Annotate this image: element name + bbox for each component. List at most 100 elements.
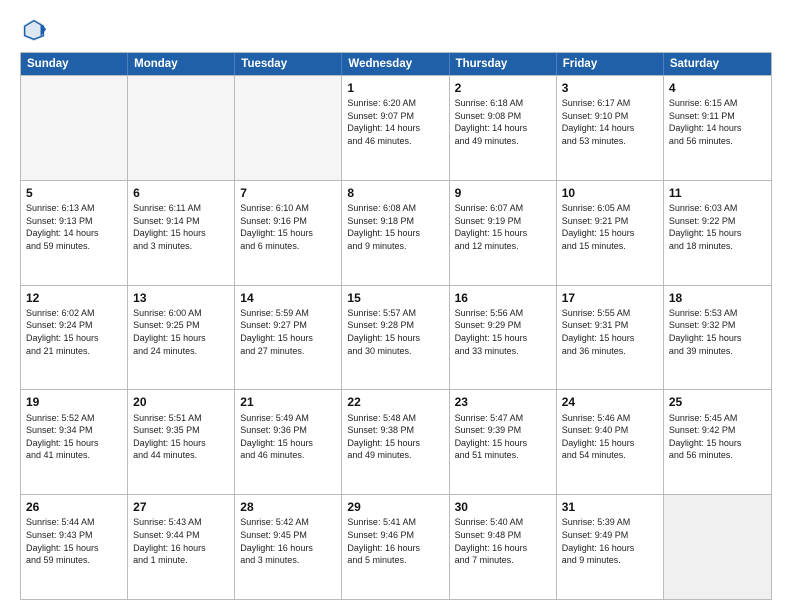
calendar-header-cell: Tuesday <box>235 53 342 75</box>
day-number: 4 <box>669 80 766 96</box>
cell-info: Sunrise: 6:20 AM Sunset: 9:07 PM Dayligh… <box>347 97 443 147</box>
day-number: 1 <box>347 80 443 96</box>
day-number: 17 <box>562 290 658 306</box>
calendar-week: 26Sunrise: 5:44 AM Sunset: 9:43 PM Dayli… <box>21 494 771 599</box>
cell-info: Sunrise: 6:15 AM Sunset: 9:11 PM Dayligh… <box>669 97 766 147</box>
cell-info: Sunrise: 6:03 AM Sunset: 9:22 PM Dayligh… <box>669 202 766 252</box>
cell-info: Sunrise: 5:55 AM Sunset: 9:31 PM Dayligh… <box>562 307 658 357</box>
calendar-cell: 29Sunrise: 5:41 AM Sunset: 9:46 PM Dayli… <box>342 495 449 599</box>
day-number: 31 <box>562 499 658 515</box>
cell-info: Sunrise: 5:57 AM Sunset: 9:28 PM Dayligh… <box>347 307 443 357</box>
calendar-cell: 28Sunrise: 5:42 AM Sunset: 9:45 PM Dayli… <box>235 495 342 599</box>
day-number: 27 <box>133 499 229 515</box>
calendar-cell: 24 Sunrise: 5:46 AM Sunset: 9:40 PM Dayli… <box>557 390 664 494</box>
day-number: 28 <box>240 499 336 515</box>
day-number: 7 <box>240 185 336 201</box>
cell-info: Sunrise: 6:07 AM Sunset: 9:19 PM Dayligh… <box>455 202 551 252</box>
cell-info: Sunrise: 5:39 AM Sunset: 9:49 PM Dayligh… <box>562 516 658 566</box>
cell-info: Sunrise: 6:13 AM Sunset: 9:13 PM Dayligh… <box>26 202 122 252</box>
day-number: 20 <box>133 394 229 410</box>
cell-info: Sunrise: 5:59 AM Sunset: 9:27 PM Dayligh… <box>240 307 336 357</box>
calendar-cell: 21 Sunrise: 5:49 AM Sunset: 9:36 PM Dayli… <box>235 390 342 494</box>
calendar-cell <box>664 495 771 599</box>
day-number: 13 <box>133 290 229 306</box>
cell-info: Sunrise: 5:43 AM Sunset: 9:44 PM Dayligh… <box>133 516 229 566</box>
day-number: 26 <box>26 499 122 515</box>
calendar-cell: 4Sunrise: 6:15 AM Sunset: 9:11 PM Daylig… <box>664 76 771 180</box>
calendar-cell: 30Sunrise: 5:40 AM Sunset: 9:48 PM Dayli… <box>450 495 557 599</box>
cell-info: Sunrise: 5:52 AM Sunset: 9:34 PM Dayligh… <box>26 412 122 462</box>
calendar-header-cell: Wednesday <box>342 53 449 75</box>
cell-info: Sunrise: 5:46 AM Sunset: 9:40 PM Dayligh… <box>562 412 658 462</box>
day-number: 6 <box>133 185 229 201</box>
day-number: 30 <box>455 499 551 515</box>
calendar-cell: 13Sunrise: 6:00 AM Sunset: 9:25 PM Dayli… <box>128 286 235 390</box>
calendar-header-cell: Thursday <box>450 53 557 75</box>
cell-info: Sunrise: 6:10 AM Sunset: 9:16 PM Dayligh… <box>240 202 336 252</box>
day-number: 22 <box>347 394 443 410</box>
logo <box>20 16 52 44</box>
calendar-cell: 12Sunrise: 6:02 AM Sunset: 9:24 PM Dayli… <box>21 286 128 390</box>
calendar-cell: 1Sunrise: 6:20 AM Sunset: 9:07 PM Daylig… <box>342 76 449 180</box>
calendar-cell <box>235 76 342 180</box>
calendar-body: 1Sunrise: 6:20 AM Sunset: 9:07 PM Daylig… <box>21 75 771 599</box>
calendar-cell: 5Sunrise: 6:13 AM Sunset: 9:13 PM Daylig… <box>21 181 128 285</box>
calendar-cell: 26Sunrise: 5:44 AM Sunset: 9:43 PM Dayli… <box>21 495 128 599</box>
calendar-cell: 20 Sunrise: 5:51 AM Sunset: 9:35 PM Dayli… <box>128 390 235 494</box>
header <box>20 16 772 44</box>
cell-info: Sunrise: 6:02 AM Sunset: 9:24 PM Dayligh… <box>26 307 122 357</box>
cell-info: Sunrise: 5:48 AM Sunset: 9:38 PM Dayligh… <box>347 412 443 462</box>
cell-info: Sunrise: 6:17 AM Sunset: 9:10 PM Dayligh… <box>562 97 658 147</box>
day-number: 2 <box>455 80 551 96</box>
calendar-header-cell: Friday <box>557 53 664 75</box>
calendar-cell: 2Sunrise: 6:18 AM Sunset: 9:08 PM Daylig… <box>450 76 557 180</box>
day-number: 9 <box>455 185 551 201</box>
day-number: 15 <box>347 290 443 306</box>
calendar-cell: 19 Sunrise: 5:52 AM Sunset: 9:34 PM Dayli… <box>21 390 128 494</box>
day-number: 16 <box>455 290 551 306</box>
cell-info: Sunrise: 6:18 AM Sunset: 9:08 PM Dayligh… <box>455 97 551 147</box>
day-number: 14 <box>240 290 336 306</box>
calendar-week: 19 Sunrise: 5:52 AM Sunset: 9:34 PM Dayli… <box>21 389 771 494</box>
calendar-cell: 11Sunrise: 6:03 AM Sunset: 9:22 PM Dayli… <box>664 181 771 285</box>
cell-info: Sunrise: 5:49 AM Sunset: 9:36 PM Dayligh… <box>240 412 336 462</box>
cell-info: Sunrise: 5:44 AM Sunset: 9:43 PM Dayligh… <box>26 516 122 566</box>
calendar-cell: 27Sunrise: 5:43 AM Sunset: 9:44 PM Dayli… <box>128 495 235 599</box>
day-number: 11 <box>669 185 766 201</box>
cell-info: Sunrise: 5:56 AM Sunset: 9:29 PM Dayligh… <box>455 307 551 357</box>
day-number: 3 <box>562 80 658 96</box>
calendar-cell: 25Sunrise: 5:45 AM Sunset: 9:42 PM Dayli… <box>664 390 771 494</box>
day-number: 12 <box>26 290 122 306</box>
calendar-cell: 8Sunrise: 6:08 AM Sunset: 9:18 PM Daylig… <box>342 181 449 285</box>
calendar-header: SundayMondayTuesdayWednesdayThursdayFrid… <box>21 53 771 75</box>
day-number: 5 <box>26 185 122 201</box>
day-number: 10 <box>562 185 658 201</box>
calendar-cell: 7Sunrise: 6:10 AM Sunset: 9:16 PM Daylig… <box>235 181 342 285</box>
calendar-cell: 9Sunrise: 6:07 AM Sunset: 9:19 PM Daylig… <box>450 181 557 285</box>
logo-icon <box>20 16 48 44</box>
calendar-week: 1Sunrise: 6:20 AM Sunset: 9:07 PM Daylig… <box>21 75 771 180</box>
calendar-cell: 16Sunrise: 5:56 AM Sunset: 9:29 PM Dayli… <box>450 286 557 390</box>
page: SundayMondayTuesdayWednesdayThursdayFrid… <box>0 0 792 612</box>
day-number: 19 <box>26 394 122 410</box>
calendar-header-cell: Saturday <box>664 53 771 75</box>
calendar-cell: 17Sunrise: 5:55 AM Sunset: 9:31 PM Dayli… <box>557 286 664 390</box>
calendar-cell: 18Sunrise: 5:53 AM Sunset: 9:32 PM Dayli… <box>664 286 771 390</box>
cell-info: Sunrise: 5:47 AM Sunset: 9:39 PM Dayligh… <box>455 412 551 462</box>
cell-info: Sunrise: 6:05 AM Sunset: 9:21 PM Dayligh… <box>562 202 658 252</box>
calendar-cell <box>21 76 128 180</box>
cell-info: Sunrise: 5:51 AM Sunset: 9:35 PM Dayligh… <box>133 412 229 462</box>
cell-info: Sunrise: 5:45 AM Sunset: 9:42 PM Dayligh… <box>669 412 766 462</box>
calendar-cell: 10Sunrise: 6:05 AM Sunset: 9:21 PM Dayli… <box>557 181 664 285</box>
calendar-week: 5Sunrise: 6:13 AM Sunset: 9:13 PM Daylig… <box>21 180 771 285</box>
calendar-cell: 22 Sunrise: 5:48 AM Sunset: 9:38 PM Dayli… <box>342 390 449 494</box>
day-number: 24 <box>562 394 658 410</box>
cell-info: Sunrise: 6:08 AM Sunset: 9:18 PM Dayligh… <box>347 202 443 252</box>
calendar-cell: 23Sunrise: 5:47 AM Sunset: 9:39 PM Dayli… <box>450 390 557 494</box>
calendar-cell: 15Sunrise: 5:57 AM Sunset: 9:28 PM Dayli… <box>342 286 449 390</box>
day-number: 21 <box>240 394 336 410</box>
calendar-header-cell: Monday <box>128 53 235 75</box>
calendar-cell: 31Sunrise: 5:39 AM Sunset: 9:49 PM Dayli… <box>557 495 664 599</box>
day-number: 29 <box>347 499 443 515</box>
calendar-cell: 6Sunrise: 6:11 AM Sunset: 9:14 PM Daylig… <box>128 181 235 285</box>
